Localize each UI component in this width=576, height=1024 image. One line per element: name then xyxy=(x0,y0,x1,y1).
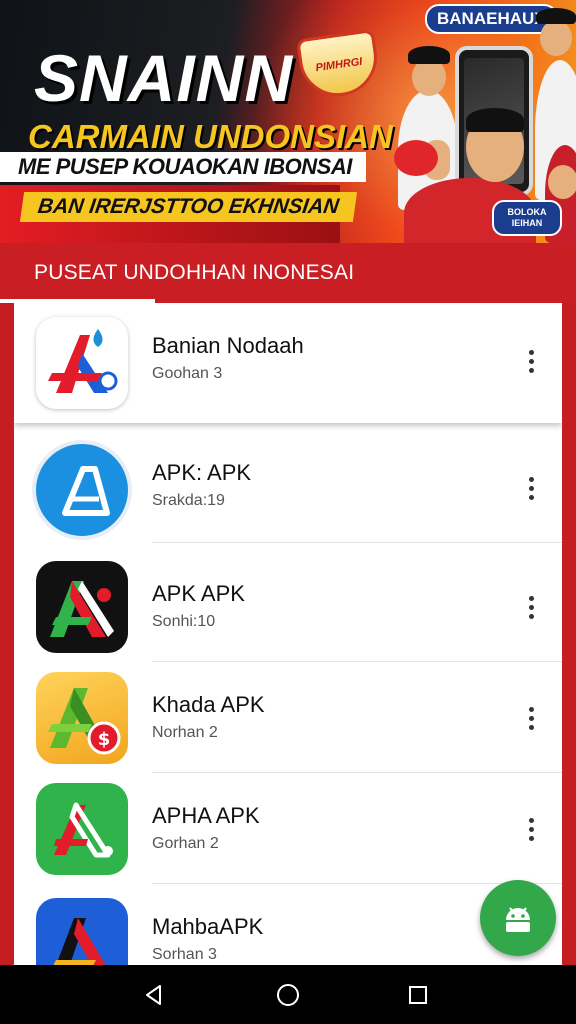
app-name: Banian Nodaah xyxy=(152,333,304,358)
app-subtitle: Goohan 3 xyxy=(152,365,223,382)
banner-seal: BOLOKA IEIHAN xyxy=(492,200,562,236)
list-divider xyxy=(152,542,562,543)
app-name: MahbaAPK xyxy=(152,914,264,939)
list-item[interactable]: APK APK Sonhi:10 xyxy=(14,551,562,662)
banner-title: SNAINN xyxy=(34,41,294,115)
app-list[interactable]: Banian Nodaah Goohan 3 APK: APK Srakda:1… xyxy=(14,303,562,965)
app-subtitle: Gorhan 2 xyxy=(152,835,219,852)
black-green-red-a-icon xyxy=(36,561,128,653)
banner-subtitle-1: CARMAIN UNDONSIAN xyxy=(28,118,393,155)
more-options-icon[interactable] xyxy=(516,698,546,738)
more-options-icon[interactable] xyxy=(516,468,546,508)
section-header: PUSEAT UNDOHHAN INONESAI xyxy=(0,243,576,303)
more-options-icon[interactable] xyxy=(516,587,546,627)
more-options-icon[interactable] xyxy=(516,809,546,849)
red-blue-a-logo-icon xyxy=(36,317,128,409)
app-subtitle: Sonhi:10 xyxy=(152,613,216,630)
app-subtitle: Srakda:19 xyxy=(152,492,225,509)
badge-text: PIMHRGI xyxy=(314,55,364,75)
app-name: Khada APK xyxy=(152,692,265,717)
app-name: APK: APK xyxy=(152,460,252,485)
android-robot-icon[interactable] xyxy=(480,880,556,956)
list-item[interactable]: $ Khada APK Norhan 2 xyxy=(14,662,562,773)
system-nav-bar xyxy=(0,965,576,1024)
section-title: PUSEAT UNDOHHAN INONESAI xyxy=(34,261,355,284)
app-subtitle: Norhan 2 xyxy=(152,724,218,741)
more-options-icon[interactable] xyxy=(516,341,546,381)
back-triangle-icon[interactable] xyxy=(138,979,170,1011)
app-subtitle: Sorhan 3 xyxy=(152,946,217,963)
green-red-a-icon xyxy=(36,783,128,875)
recents-square-icon[interactable] xyxy=(402,979,434,1011)
list-item[interactable]: Banian Nodaah Goohan 3 xyxy=(14,303,562,423)
blue-red-a-icon xyxy=(36,898,128,965)
yellow-green-a-dollar-icon: $ xyxy=(36,672,128,764)
list-item[interactable]: APHA APK Gorhan 2 xyxy=(14,773,562,884)
home-circle-icon[interactable] xyxy=(272,979,304,1011)
blue-a-circle-icon xyxy=(32,440,132,540)
svg-text:$: $ xyxy=(98,729,111,750)
banner-subtitle-3: BAN IRERJSTTOO EKHNSIAN xyxy=(19,192,357,222)
banner-subtitle-2: ME PUSEP KOUAOKAN IBONSAI xyxy=(0,152,366,182)
list-item[interactable]: APK: APK Srakda:19 xyxy=(14,432,562,543)
app-name: APK APK xyxy=(152,581,245,606)
app-name: APHA APK xyxy=(152,803,260,828)
promo-banner[interactable]: SNAINN PIMHRGI CARMAIN UNDONSIAN ME PUSE… xyxy=(0,0,576,243)
